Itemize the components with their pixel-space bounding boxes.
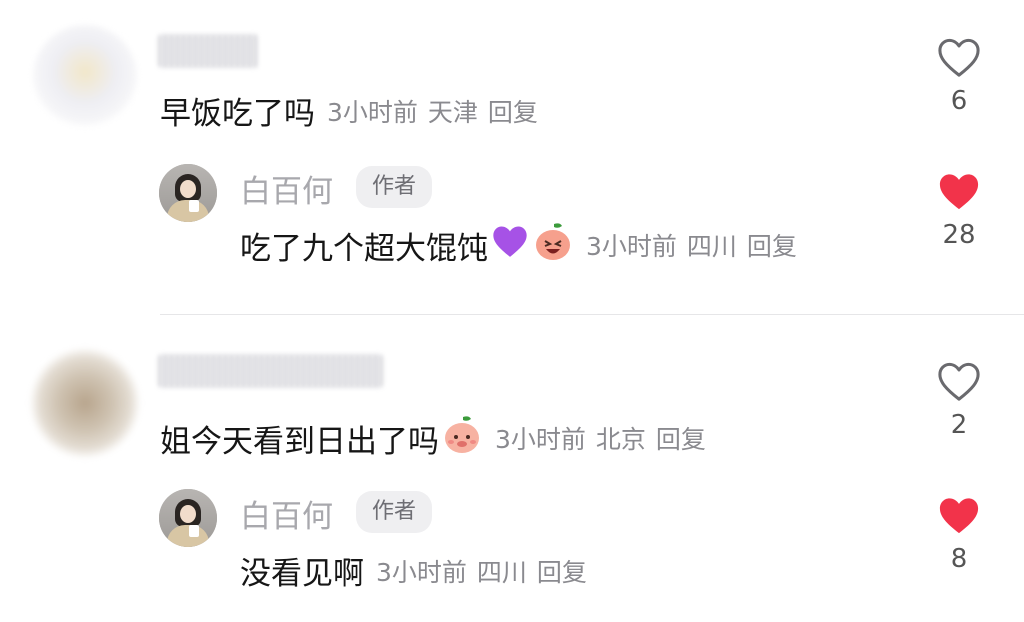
comment-time: 3小时前 <box>495 425 586 454</box>
like-button[interactable]: 28 <box>929 170 989 250</box>
reply-location: 四川 <box>686 232 737 261</box>
like-button[interactable]: 2 <box>929 360 989 440</box>
like-count: 2 <box>950 410 968 440</box>
reply-meta: 3小时前 四川 回复 <box>376 553 597 589</box>
reply-button[interactable]: 回复 <box>656 425 706 454</box>
reply-row: 没看见啊 3小时前 四川 回复 <box>240 548 597 593</box>
author-badge: 作者 <box>356 491 433 533</box>
comment-text: 姐今天看到日出了吗 <box>160 423 439 460</box>
reply-button[interactable]: 回复 <box>537 558 587 587</box>
reply-time: 3小时前 <box>376 557 467 587</box>
peach-shy-emoji <box>441 413 483 463</box>
username-blurred[interactable] <box>158 354 383 388</box>
comment-divider <box>160 314 1024 315</box>
reply-button[interactable]: 回复 <box>747 232 797 261</box>
reply-time: 3小时前 <box>586 232 677 261</box>
author-name[interactable]: 白百何 <box>240 166 333 211</box>
like-count: 8 <box>950 544 968 574</box>
heart-filled-icon <box>939 174 979 210</box>
comment-meta: 3小时前 北京 回复 <box>495 420 716 456</box>
author-badge: 作者 <box>356 166 433 208</box>
username-blurred[interactable] <box>158 34 258 68</box>
reply-text: 没看见啊 <box>240 556 364 592</box>
comment-location: 天津 <box>427 97 478 127</box>
user-avatar[interactable] <box>33 25 137 129</box>
author-name[interactable]: 白百何 <box>240 491 333 536</box>
comment-text: 早饭吃了吗 <box>160 96 315 132</box>
reply-meta: 3小时前 四川 回复 <box>586 227 807 263</box>
reply-button[interactable]: 回复 <box>488 98 538 127</box>
like-button[interactable]: 6 <box>929 36 989 116</box>
user-avatar[interactable] <box>30 348 140 458</box>
comment-row: 早饭吃了吗 3小时前 天津 回复 <box>160 88 548 133</box>
heart-filled-icon <box>939 498 979 534</box>
heart-outline-icon <box>938 362 980 401</box>
reply-location: 四川 <box>476 557 527 587</box>
reply-row: 吃了九个超大馄饨 3小时前 四川 回复 <box>240 220 807 270</box>
comment-time: 3小时前 <box>327 97 418 127</box>
purple-heart-emoji <box>490 222 530 268</box>
heart-outline-icon <box>938 38 980 77</box>
reply-text: 吃了九个超大馄饨 <box>240 230 488 267</box>
author-avatar[interactable] <box>159 164 217 222</box>
comment-location: 北京 <box>595 425 646 454</box>
like-count: 6 <box>950 86 968 116</box>
peach-laughing-emoji <box>532 220 574 270</box>
like-button[interactable]: 8 <box>929 494 989 574</box>
comment-meta: 3小时前 天津 回复 <box>327 93 548 129</box>
like-count: 28 <box>942 220 976 250</box>
author-avatar[interactable] <box>159 489 217 547</box>
comment-row: 姐今天看到日出了吗 3小时前 北京 回复 <box>160 413 716 463</box>
